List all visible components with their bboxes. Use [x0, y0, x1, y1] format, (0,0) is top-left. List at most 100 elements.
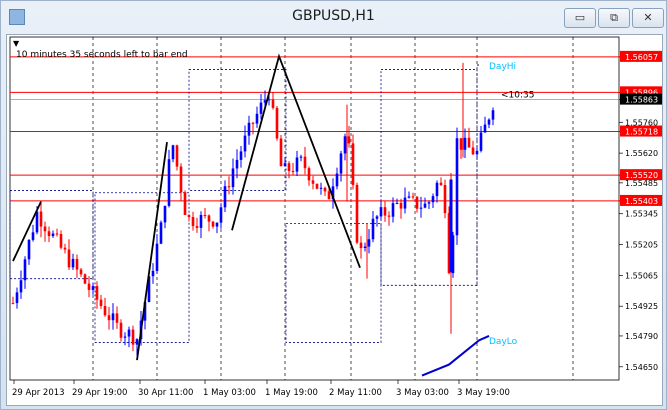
- candle-body: [423, 203, 427, 208]
- candle-body: [31, 232, 35, 240]
- candle-body: [399, 202, 403, 209]
- chart-area[interactable]: 1.56057 1.55896 1.55863 1.55760 1.55718 1.556…: [6, 34, 663, 406]
- candle-body: [111, 313, 115, 321]
- candle-body: [163, 205, 167, 223]
- candle-body: [487, 119, 491, 125]
- candle-body: [415, 196, 419, 209]
- candle-body: [51, 233, 55, 237]
- candle-body: [79, 269, 83, 275]
- candle-body: [367, 239, 371, 247]
- candle-body: [199, 215, 203, 228]
- x-tick-label: 3 May 03:00: [396, 388, 449, 398]
- candle-body: [419, 207, 423, 209]
- x-tick-label: 3 May 19:00: [457, 388, 510, 398]
- y-tick-label: 1.55065: [625, 271, 658, 280]
- candle-body: [379, 207, 383, 217]
- candle-body: [215, 222, 219, 227]
- candle-body: [23, 259, 27, 281]
- y-tick-label: 1.54925: [625, 302, 658, 311]
- y-tick-label: 1.55403: [625, 197, 658, 206]
- dayhi-label: DayHi: [489, 62, 516, 72]
- candle-body: [355, 184, 359, 243]
- restore-button[interactable]: ⧉: [598, 8, 630, 28]
- candle-body: [11, 302, 15, 304]
- y-tick-label: 1.55620: [625, 149, 658, 158]
- y-tick-label: 1.55205: [625, 241, 658, 250]
- candle-body: [127, 329, 131, 337]
- candle-body: [375, 216, 379, 219]
- candle-body: [315, 183, 319, 189]
- candle-body: [307, 168, 311, 181]
- candle-body: [387, 215, 391, 217]
- y-tick-label: 1.55345: [625, 210, 658, 219]
- x-tick-label: 30 Apr 11:00: [138, 388, 193, 398]
- candle-body: [167, 159, 171, 206]
- candle-body: [335, 173, 339, 187]
- candle-body: [115, 313, 119, 323]
- candle-body: [39, 211, 43, 227]
- price-chart[interactable]: 1.560571.558961.558631.557601.557181.556…: [7, 35, 662, 405]
- x-tick-label: 29 Apr 2013: [12, 388, 65, 398]
- candle-body: [255, 113, 259, 124]
- candle-body: [459, 138, 463, 150]
- candle-body: [327, 191, 331, 200]
- close-button[interactable]: ✕: [632, 8, 664, 28]
- candle-body: [179, 166, 183, 193]
- candle-body: [47, 231, 51, 237]
- candle-body: [75, 258, 79, 270]
- y-tick-label: 1.54650: [625, 363, 658, 372]
- candle-body: [251, 122, 255, 124]
- candle-body: [131, 329, 135, 345]
- daylow-line: [421, 335, 490, 377]
- chart-shift-icon[interactable]: ▼: [13, 39, 19, 48]
- candle-body: [95, 286, 99, 300]
- candle-body: [403, 197, 407, 209]
- candle-body: [359, 242, 363, 249]
- candle-body: [55, 233, 59, 235]
- candle-body: [135, 339, 139, 345]
- y-tick-label: 1.55863: [625, 96, 658, 105]
- title-bar[interactable]: GBPUSD,H1 ▭ ⧉ ✕: [1, 1, 666, 31]
- candle-body: [187, 215, 191, 218]
- candle-body: [103, 305, 107, 316]
- candle-body: [191, 217, 195, 227]
- candle-body: [87, 283, 91, 290]
- candle-body: [287, 163, 291, 172]
- candle-body: [463, 137, 467, 150]
- candle-body: [427, 202, 431, 204]
- minimize-button[interactable]: ▭: [564, 8, 596, 28]
- candle-body: [151, 270, 155, 277]
- candle-body: [211, 221, 215, 227]
- candle-body: [279, 138, 283, 167]
- candle-body: [323, 187, 327, 192]
- candle-body: [91, 286, 95, 290]
- candle-body: [435, 182, 439, 197]
- candle-body: [471, 147, 475, 155]
- candle-body: [231, 168, 235, 188]
- candle-body: [475, 150, 479, 155]
- candle-body: [407, 196, 411, 198]
- candle-body: [99, 299, 103, 306]
- candle-body: [339, 153, 343, 174]
- y-tick-label: 1.55718: [625, 128, 658, 137]
- candle-body: [243, 135, 247, 152]
- candle-body: [411, 196, 415, 198]
- candle-body: [283, 163, 287, 167]
- candle-body: [227, 186, 231, 188]
- candle-body: [219, 207, 223, 223]
- bar-countdown-label: <10:35: [501, 91, 534, 101]
- x-tick-label: 29 Apr 19:00: [72, 388, 127, 398]
- candle-body: [431, 196, 435, 203]
- candle-body: [439, 182, 443, 185]
- candle-body: [259, 102, 263, 114]
- plot-frame: [9, 36, 620, 381]
- candle-body: [443, 184, 447, 214]
- candle-body: [351, 143, 355, 185]
- candle-body: [483, 124, 487, 133]
- candle-body: [291, 171, 295, 173]
- y-tick-label: 1.54790: [625, 332, 658, 341]
- candle-body: [363, 246, 367, 249]
- bar-timer-text: 10 minutes 35 seconds left to bar end: [16, 50, 188, 60]
- candle-body: [479, 132, 483, 151]
- candle-body: [235, 159, 239, 169]
